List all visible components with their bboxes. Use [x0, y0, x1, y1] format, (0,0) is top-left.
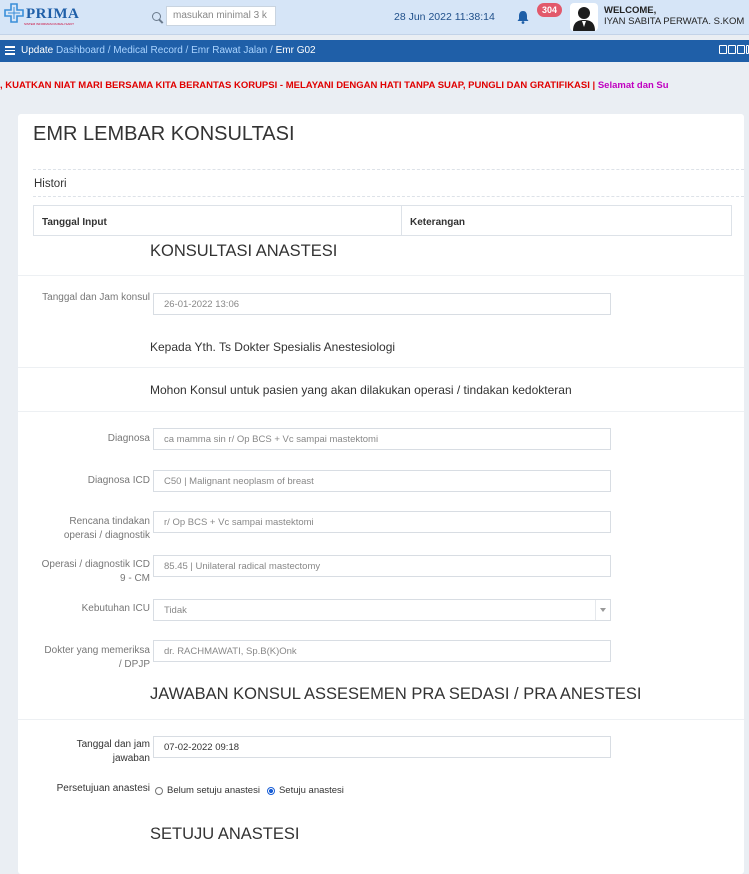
logo-text: PRIMA [26, 6, 80, 22]
kebutuhan-icu-value: Tidak [164, 605, 187, 616]
page-title: EMR LEMBAR KONSULTASI [33, 123, 295, 145]
label-kebutuhan-icu: Kebutuhan ICU [81, 603, 150, 614]
label-diagnosa-icd: Diagnosa ICD [87, 475, 150, 486]
label-dokter-dpjp: Dokter yang memeriksa / DPJP [44, 645, 150, 670]
breadcrumb: Update Dashboard / Medical Record / Emr … [21, 45, 316, 56]
divider [18, 411, 744, 412]
bell-icon[interactable] [516, 10, 530, 24]
persetujuan-radio-group: Belum setuju anastesi Setuju anastesi [155, 785, 344, 796]
marquee-greeting: Selamat dan Su [597, 80, 669, 91]
welcome-text[interactable]: WELCOME, IYAN SABITA PERWATA. S.KOM [604, 5, 744, 27]
clipboard-icon[interactable] [728, 45, 736, 54]
section-heading-konsultasi: KONSULTASI ANASTESI [150, 242, 338, 260]
radio-setuju[interactable] [266, 786, 275, 795]
history-table-header: Tanggal Input Keterangan [33, 205, 732, 236]
divider [18, 275, 744, 276]
welcome-label: WELCOME, [604, 5, 657, 16]
notification-badge[interactable]: 304 [537, 3, 563, 17]
radio-setuju-label[interactable]: Setuju anastesi [279, 785, 344, 796]
breadcrumb-current: Emr G02 [275, 45, 316, 56]
divider [18, 719, 744, 720]
radio-belum-setuju-label[interactable]: Belum setuju anastesi [167, 785, 260, 796]
dokter-dpjp-field[interactable]: dr. RACHMAWATI, Sp.B(K)Onk [153, 640, 611, 662]
avatar[interactable] [570, 3, 598, 31]
mohon-konsul-text: Mohon Konsul untuk pasien yang akan dila… [150, 383, 572, 397]
top-bar: PRIMA SISTEM INFORMASI RUMAH SAKIT masuk… [0, 0, 749, 35]
breadcrumb-dashboard[interactable]: Dashboard / [56, 45, 110, 56]
marquee-text: , KUATKAN NIAT MARI BERSAMA KITA BERANTA… [0, 80, 596, 91]
operasi-icd9-field[interactable]: 85.45 | Unilateral radical mastectomy [153, 555, 611, 577]
label-persetujuan-anastesi: Persetujuan anastesi [56, 783, 150, 794]
prima-logo[interactable]: PRIMA [4, 2, 79, 32]
search-input[interactable]: masukan minimal 3 k [166, 6, 276, 26]
kebutuhan-icu-select[interactable]: Tidak [153, 599, 611, 621]
menu-icon[interactable] [5, 46, 15, 55]
nav-tools [719, 45, 749, 54]
chevron-down-icon[interactable] [595, 600, 610, 620]
content-card: EMR LEMBAR KONSULTASI Histori Tanggal In… [18, 114, 744, 874]
user-icon [573, 7, 595, 31]
diagnosa-field[interactable]: ca mamma sin r/ Op BCS + Vc sampai maste… [153, 428, 611, 450]
label-operasi-icd9: Operasi / diagnostik ICD 9 - CM [41, 559, 150, 584]
label-tanggal-konsul: Tanggal dan Jam konsul [42, 292, 150, 303]
diagnosa-icd-field[interactable]: C50 | Malignant neoplasm of breast [153, 470, 611, 492]
column-keterangan[interactable]: Keterangan [402, 206, 473, 235]
result-heading: SETUJU ANASTESI [150, 825, 300, 843]
logo-subtitle: SISTEM INFORMASI RUMAH SAKIT [24, 22, 75, 26]
label-tanggal-jawaban: Tanggal dan jam jawaban [76, 739, 150, 764]
section-heading-jawaban: JAWABAN KONSUL ASSESEMEN PRA SEDASI / PR… [150, 685, 642, 703]
kepada-text: Kepada Yth. Ts Dokter Spesialis Anestesi… [150, 340, 396, 354]
current-datetime: 28 Jun 2022 11:38:14 [394, 11, 495, 23]
medical-cross-icon [4, 3, 24, 23]
search-icon [152, 12, 161, 21]
divider [33, 169, 744, 170]
chart-icon[interactable] [719, 45, 727, 54]
divider [33, 196, 744, 197]
tanggal-konsul-field[interactable]: 26-01-2022 13:06 [153, 293, 611, 315]
histori-label: Histori [34, 178, 67, 190]
announcement-marquee: , KUATKAN NIAT MARI BERSAMA KITA BERANTA… [0, 80, 749, 94]
breadcrumb-medical-record[interactable]: Medical Record / [113, 45, 188, 56]
breadcrumb-prefix: Update [21, 45, 54, 56]
column-tanggal-input[interactable]: Tanggal Input [34, 206, 402, 235]
label-diagnosa: Diagnosa [107, 433, 150, 444]
breadcrumb-bar: Update Dashboard / Medical Record / Emr … [0, 40, 749, 62]
divider [18, 367, 744, 368]
radio-belum-setuju[interactable] [155, 786, 163, 795]
label-rencana-tindakan: Rencana tindakan operasi / diagnostik [63, 516, 150, 541]
rencana-tindakan-field[interactable]: r/ Op BCS + Vc sampai mastektomi [153, 511, 611, 533]
chat-icon[interactable] [737, 45, 745, 54]
user-name: IYAN SABITA PERWATA. S.KOM [604, 16, 745, 27]
tanggal-jawaban-field[interactable]: 07-02-2022 09:18 [153, 736, 611, 758]
breadcrumb-emr-rawat-jalan[interactable]: Emr Rawat Jalan / [191, 45, 273, 56]
